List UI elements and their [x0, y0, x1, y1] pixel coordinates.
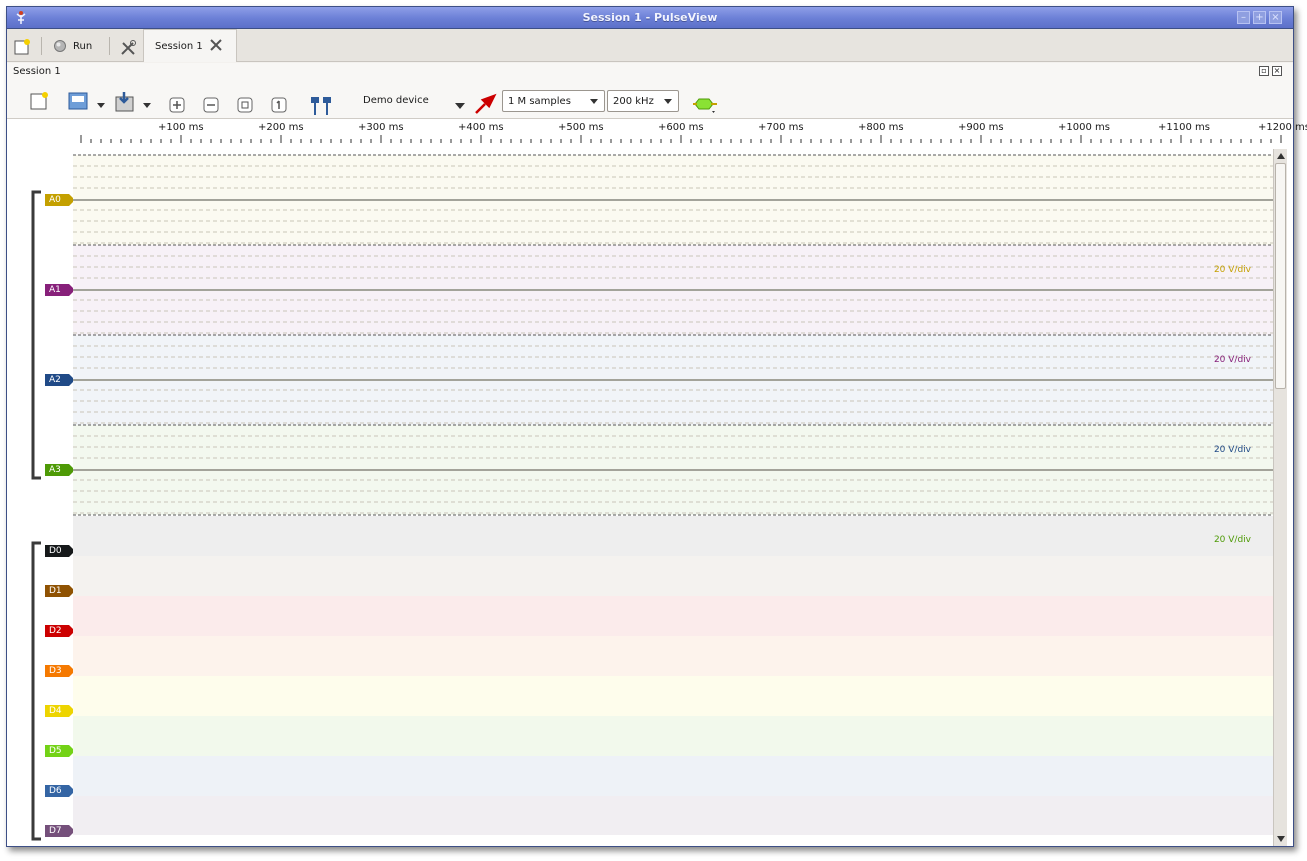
maximize-icon: + [1255, 12, 1264, 23]
zoom-fit-icon[interactable] [237, 97, 253, 113]
channel-label-d7[interactable]: D7 [45, 825, 75, 837]
close-icon: × [1271, 12, 1280, 23]
run-icon [54, 40, 66, 52]
tab-label: Session 1 [155, 41, 203, 52]
open-file-icon[interactable] [67, 91, 91, 111]
close-panel-icon: × [1273, 66, 1281, 75]
settings-tools-icon[interactable] [119, 37, 137, 59]
trace-area[interactable]: 20 V/div 20 V/div 20 V/div 20 V/div [73, 149, 1273, 835]
digital-trace-bg-d0 [73, 516, 1273, 556]
maximize-button[interactable]: + [1253, 11, 1266, 24]
tab-session-1[interactable]: Session 1 [143, 29, 237, 62]
ruler-tick-label: +800 ms [858, 122, 904, 133]
cursor-markers-icon[interactable] [309, 95, 333, 117]
sample-count-select[interactable]: 1 M samples [502, 90, 605, 112]
toolbar-separator [41, 37, 42, 55]
scroll-up-icon[interactable] [1277, 153, 1285, 159]
session-header-label: Session 1 [13, 66, 61, 77]
channel-label-a2[interactable]: A2 [45, 374, 75, 386]
sample-count-value: 1 M samples [508, 96, 571, 107]
digital-trace-bg-d6 [73, 756, 1273, 796]
session-header: Session 1 ▫ × [7, 63, 1293, 81]
channel-label-d5[interactable]: D5 [45, 745, 75, 757]
ruler-tick-label: +100 ms [158, 122, 204, 133]
digital-trace-bg-d2 [73, 596, 1273, 636]
open-dropdown-arrow[interactable] [97, 103, 105, 108]
scroll-down-icon[interactable] [1277, 836, 1285, 842]
zoom-in-icon[interactable] [169, 97, 185, 113]
device-dropdown-arrow[interactable] [455, 103, 465, 109]
digital-trace-bg-d4 [73, 676, 1273, 716]
pulseview-window: Session 1 - PulseView – + × Run Session … [6, 6, 1307, 847]
channel-label-d3[interactable]: D3 [45, 665, 75, 677]
ruler-tick-label: +500 ms [558, 122, 604, 133]
volts-per-div-label: 20 V/div [1213, 355, 1251, 365]
new-session-icon[interactable] [13, 36, 31, 58]
device-selector[interactable]: Demo device [363, 95, 429, 106]
save-dropdown-arrow[interactable] [143, 103, 151, 108]
digital-trace-bg-d5 [73, 716, 1273, 756]
trace-view: +100 ms +200 ms +300 ms +400 ms +500 ms +600 … [7, 119, 1307, 846]
save-icon[interactable] [113, 91, 137, 113]
channel-headers: A0 A1 A2 A3 D0 D1 D2 D3 D4 D5 D6 D7 [7, 149, 75, 846]
protocol-decoder-icon[interactable] [693, 97, 719, 115]
ruler-tick-label: +600 ms [658, 122, 704, 133]
ruler-tick-label: +900 ms [958, 122, 1004, 133]
float-panel-button[interactable]: ▫ [1259, 66, 1269, 76]
ruler-tick-label: +300 ms [358, 122, 404, 133]
minimize-icon: – [1241, 12, 1246, 23]
group-brackets [31, 190, 41, 841]
close-panel-button[interactable]: × [1272, 66, 1282, 76]
ruler-tick-label: +200 ms [258, 122, 304, 133]
digital-trace-bg-d7 [73, 796, 1273, 835]
channel-label-d1[interactable]: D1 [45, 585, 75, 597]
close-window-button[interactable]: × [1269, 11, 1282, 24]
sample-rate-value: 200 kHz [613, 96, 654, 107]
ruler-tick-label: +1200 ms [1258, 122, 1307, 133]
channel-label-a0[interactable]: A0 [45, 194, 75, 206]
run-label: Run [73, 40, 93, 52]
float-icon: ▫ [1261, 66, 1267, 75]
vertical-scrollbar[interactable] [1273, 149, 1287, 846]
probe-config-icon[interactable] [473, 92, 497, 116]
scroll-thumb[interactable] [1275, 163, 1286, 389]
channel-label-a1[interactable]: A1 [45, 284, 75, 296]
title-bar: Session 1 - PulseView – + × [7, 7, 1293, 29]
chevron-down-icon [664, 99, 672, 104]
minimize-button[interactable]: – [1237, 11, 1250, 24]
session-toolbar: Demo device 1 M samples 200 kHz [7, 81, 1293, 119]
zoom-original-icon[interactable] [271, 97, 287, 113]
channel-label-d6[interactable]: D6 [45, 785, 75, 797]
new-view-icon[interactable] [29, 91, 49, 111]
volts-per-div-label: 20 V/div [1213, 265, 1251, 275]
digital-trace-bg-d3 [73, 636, 1273, 676]
volts-per-div-label: 20 V/div [1213, 445, 1251, 455]
digital-trace-bg-d1 [73, 556, 1273, 596]
channel-label-d4[interactable]: D4 [45, 705, 75, 717]
chevron-down-icon [590, 99, 598, 104]
close-tab-icon[interactable] [208, 37, 224, 53]
ruler-tick-label: +400 ms [458, 122, 504, 133]
volts-per-div-label: 20 V/div [1213, 535, 1251, 545]
main-toolbar: Run Session 1 [7, 29, 1293, 62]
toolbar-separator [109, 37, 110, 55]
sample-rate-select[interactable]: 200 kHz [607, 90, 679, 112]
channel-label-d2[interactable]: D2 [45, 625, 75, 637]
channel-label-a3[interactable]: A3 [45, 464, 75, 476]
zoom-out-icon[interactable] [203, 97, 219, 113]
ruler-tick-label: +700 ms [758, 122, 804, 133]
ruler-tick-label: +1100 ms [1158, 122, 1210, 133]
window-title: Session 1 - PulseView [582, 11, 718, 24]
ruler-tick-label: +1000 ms [1058, 122, 1110, 133]
run-button[interactable]: Run [53, 35, 92, 57]
channel-label-d0[interactable]: D0 [45, 545, 75, 557]
